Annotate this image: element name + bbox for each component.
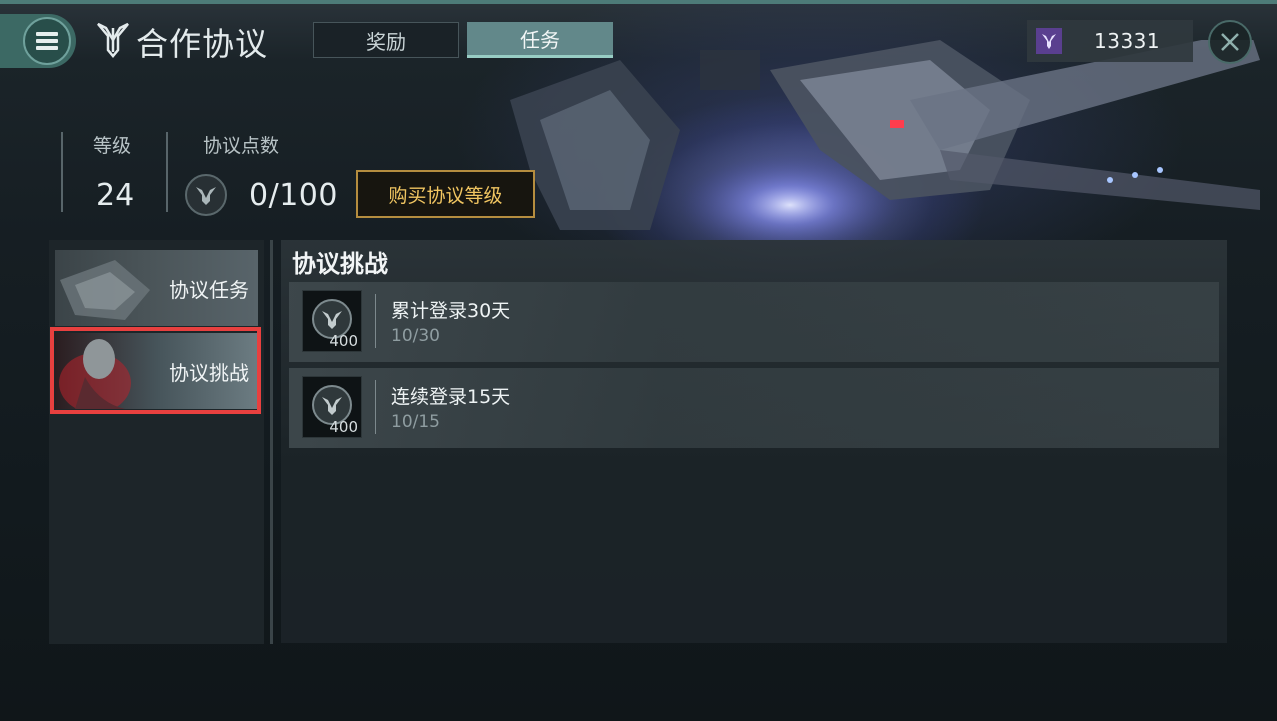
sidebar-item-protocol-challenge[interactable]: 协议挑战 (55, 333, 258, 409)
spaceship-thumbnail (60, 260, 150, 320)
page-title: 合作协议 (136, 25, 269, 63)
points-label: 协议点数 (203, 135, 280, 157)
currency-display: 13331 (1027, 20, 1193, 62)
tab-tasks[interactable]: 任务 (467, 22, 613, 58)
task-progress: 10/15 (391, 412, 440, 432)
buy-protocol-level-button[interactable]: 购买协议等级 (356, 170, 535, 218)
reward-item[interactable]: 400 (302, 290, 362, 352)
level-value: 24 (96, 178, 135, 213)
currency-value: 13331 (1094, 29, 1161, 53)
spaceship-artwork (510, 40, 1260, 240)
panel-divider (270, 240, 273, 644)
reward-amount: 400 (329, 418, 358, 436)
hamburger-icon (23, 17, 71, 65)
protocol-emblem-icon (96, 22, 130, 62)
tab-rewards[interactable]: 奖励 (313, 22, 459, 58)
character-portrait-thumbnail (59, 339, 131, 409)
section-title: 协议挑战 (292, 250, 388, 278)
divider (61, 132, 63, 212)
main-menu-button[interactable] (0, 14, 76, 68)
task-progress: 10/30 (391, 326, 440, 346)
sidebar-item-label: 协议任务 (169, 277, 249, 302)
points-value: 0/100 (249, 178, 338, 213)
top-accent-line (0, 0, 1277, 4)
sidebar-item-protocol-tasks[interactable]: 协议任务 (55, 250, 258, 326)
close-icon (1221, 33, 1239, 51)
task-name: 连续登录15天 (391, 386, 511, 408)
task-row[interactable]: 400 累计登录30天 10/30 (289, 282, 1219, 362)
trident-emblem-icon (1036, 28, 1062, 54)
divider (375, 294, 376, 348)
close-button[interactable] (1208, 20, 1252, 64)
task-name: 累计登录30天 (391, 300, 511, 322)
protocol-point-icon (185, 174, 227, 216)
sidebar-item-label: 协议挑战 (169, 360, 249, 385)
reward-amount: 400 (329, 332, 358, 350)
reward-item[interactable]: 400 (302, 376, 362, 438)
task-row[interactable]: 400 连续登录15天 10/15 (289, 368, 1219, 448)
divider (166, 132, 168, 212)
divider (375, 380, 376, 434)
page-title-group: 合作协议 (96, 22, 269, 63)
level-label: 等级 (93, 135, 132, 157)
